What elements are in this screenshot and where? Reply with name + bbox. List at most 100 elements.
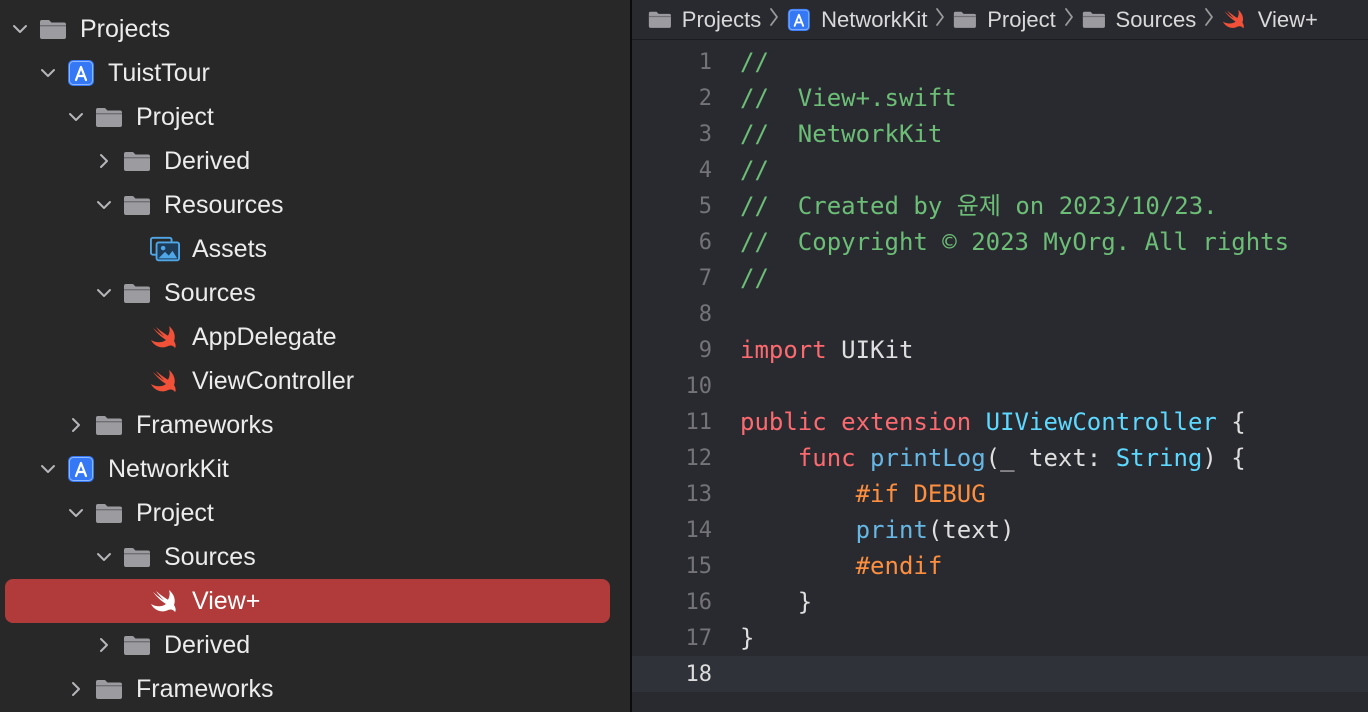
app-project-icon <box>787 8 811 32</box>
folder-icon <box>122 632 152 658</box>
navigator-row[interactable]: AppDelegate <box>0 315 630 359</box>
navigator-row-label: Derived <box>164 146 251 175</box>
navigator-row-label: View+ <box>192 586 261 615</box>
line-number: 8 <box>698 301 712 327</box>
chevron-down-icon[interactable] <box>34 59 62 87</box>
app-project-icon <box>66 456 96 482</box>
code-line[interactable]: 10 <box>632 368 1368 404</box>
line-number: 7 <box>698 265 712 291</box>
breadcrumb-item[interactable]: Projects <box>648 7 761 33</box>
swift-icon <box>150 588 180 614</box>
code-line[interactable]: 17} <box>632 620 1368 656</box>
navigator-row[interactable]: TuistTour <box>0 51 630 95</box>
code-line[interactable]: 18 <box>632 656 1368 692</box>
code-text: import UIKit <box>740 332 913 368</box>
navigator-row[interactable]: Resources <box>0 183 630 227</box>
code-token: printLog <box>870 444 986 472</box>
navigator-row[interactable]: Sources <box>0 271 630 315</box>
app-project-icon <box>66 60 96 86</box>
code-token: print <box>855 516 928 544</box>
navigator-row[interactable]: Frameworks <box>0 403 630 447</box>
breadcrumb-item[interactable]: Project <box>953 6 1056 33</box>
code-token: // <box>740 48 769 76</box>
chevron-right-icon[interactable] <box>90 147 118 175</box>
line-number: 6 <box>698 229 712 255</box>
code-token: // NetworkKit <box>740 120 943 148</box>
code-text: public extension UIViewController { <box>740 404 1246 440</box>
navigator-row-label: AppDelegate <box>192 322 337 351</box>
code-line[interactable]: 4 // <box>632 152 1368 188</box>
breadcrumb-separator-icon <box>935 6 945 34</box>
code-line[interactable]: 6 // Copyright © 2023 MyOrg. All rights <box>632 224 1368 260</box>
navigator-row[interactable]: ViewController <box>0 359 630 403</box>
breadcrumb-item[interactable]: Sources <box>1082 7 1196 33</box>
code-token: public <box>740 408 827 436</box>
chevron-right-icon[interactable] <box>62 675 90 703</box>
chevron-down-icon[interactable] <box>6 15 34 43</box>
code-line[interactable]: 11 public extension UIViewController { <box>632 404 1368 440</box>
code-line[interactable]: 14 print(text) <box>632 512 1368 548</box>
code-line[interactable]: 2 // View+.swift <box>632 80 1368 116</box>
navigator-row[interactable]: Derived <box>0 623 630 667</box>
chevron-down-icon[interactable] <box>62 499 90 527</box>
swift-icon <box>150 324 180 350</box>
chevron-right-icon[interactable] <box>62 411 90 439</box>
code-area[interactable]: 1 // 2 // View+.swift 3 // NetworkKit 4 // 5 // C… <box>632 44 1368 692</box>
navigator-row[interactable]: Project <box>0 95 630 139</box>
code-line[interactable]: 16 } <box>632 584 1368 620</box>
code-token: extension <box>841 408 972 436</box>
navigator-row[interactable]: View+ <box>0 579 630 623</box>
code-token: // View+.swift <box>740 84 957 112</box>
navigator-row[interactable]: NetworkKit <box>0 447 630 491</box>
code-line[interactable]: 9 import UIKit <box>632 332 1368 368</box>
navigator-row[interactable]: Projects <box>0 7 630 51</box>
breadcrumb-item[interactable]: NetworkKit <box>787 7 927 33</box>
line-number: 9 <box>698 337 712 363</box>
navigator-row-label: Project <box>136 102 214 131</box>
code-text: // NetworkKit <box>740 116 942 152</box>
code-token: // <box>740 264 769 292</box>
chevron-down-icon[interactable] <box>90 279 118 307</box>
chevron-down-icon[interactable] <box>62 103 90 131</box>
code-token: // <box>740 156 769 184</box>
folder-icon <box>94 500 124 526</box>
breadcrumb-label: Project <box>987 6 1056 32</box>
code-line[interactable]: 1 // <box>632 44 1368 80</box>
chevron-down-icon[interactable] <box>34 455 62 483</box>
navigator-row[interactable]: Derived <box>0 139 630 183</box>
line-number: 15 <box>685 553 713 579</box>
chevron-right-icon[interactable] <box>90 631 118 659</box>
line-number: 16 <box>685 589 713 615</box>
navigator-row[interactable]: Project <box>0 491 630 535</box>
folder-icon <box>94 412 124 438</box>
code-line[interactable]: 13 #if DEBUG <box>632 476 1368 512</box>
breadcrumb-separator-icon <box>1204 6 1214 34</box>
chevron-down-icon[interactable] <box>90 543 118 571</box>
jump-bar[interactable]: Projects NetworkKit Project Sources View+ <box>632 0 1368 40</box>
code-line[interactable]: 12 func printLog(_ text: String) { <box>632 440 1368 476</box>
breadcrumb-item[interactable]: View+ <box>1222 7 1318 33</box>
code-line[interactable]: 15 #endif <box>632 548 1368 584</box>
code-line[interactable]: 3 // NetworkKit <box>632 116 1368 152</box>
code-text: // Copyright © 2023 MyOrg. All rights <box>740 224 1289 260</box>
chevron-down-icon[interactable] <box>90 191 118 219</box>
code-text: // <box>740 44 769 80</box>
code-token: (text) <box>927 516 1015 544</box>
navigator-row-label: Frameworks <box>136 674 274 703</box>
code-line[interactable]: 8 <box>632 296 1368 332</box>
source-editor[interactable]: Projects NetworkKit Project Sources View+ 1 /… <box>632 0 1368 712</box>
line-number: 18 <box>685 661 713 687</box>
navigator-row[interactable]: Sources <box>0 535 630 579</box>
code-token: #if DEBUG <box>855 480 986 508</box>
assets-icon <box>150 236 180 262</box>
project-navigator[interactable]: Projects TuistTour Project Derived Resources… <box>0 0 630 712</box>
code-line[interactable]: 7 // <box>632 260 1368 296</box>
navigator-row[interactable]: Frameworks <box>0 667 630 711</box>
code-line[interactable]: 5 // Created by 윤제 on 2023/10/23. <box>632 188 1368 224</box>
navigator-row[interactable]: Assets <box>0 227 630 271</box>
